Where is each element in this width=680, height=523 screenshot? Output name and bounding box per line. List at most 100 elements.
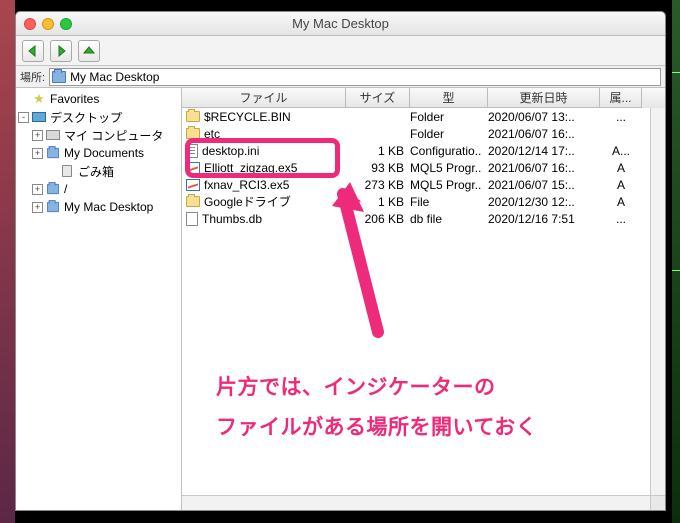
tree-item[interactable]: ごみ箱 [18, 162, 179, 180]
file-attr: A [600, 178, 642, 192]
location-label: 場所: [20, 69, 45, 85]
chart-tick [672, 72, 680, 73]
folder-icon [52, 71, 66, 83]
tree-item-label: ごみ箱 [78, 163, 114, 180]
file-attr: A [600, 195, 642, 209]
file-manager-window: My Mac Desktop 場所: My Mac Desktop ★Favor… [15, 11, 666, 511]
file-size: 1 KB [346, 144, 410, 158]
file-list-pane: ファイル サイズ 型 更新日時 属... $RECYCLE.BINFolder2… [182, 88, 665, 510]
col-type[interactable]: 型 [410, 88, 488, 108]
star-icon: ★ [31, 92, 47, 106]
file-row[interactable]: etcFolder2021/06/07 16:.. [182, 125, 665, 142]
scrollbar-horizontal[interactable] [182, 495, 650, 510]
desktop-bg-right [672, 0, 680, 523]
folder-icon [186, 196, 200, 207]
file-size: 1 KB [346, 195, 410, 209]
col-attr[interactable]: 属... [600, 88, 642, 108]
close-icon[interactable] [24, 18, 36, 30]
forward-button[interactable] [50, 40, 72, 62]
scrollbar-corner [650, 495, 665, 510]
file-list[interactable]: $RECYCLE.BINFolder2020/06/07 13:.....etc… [182, 108, 665, 510]
minimize-icon[interactable] [42, 18, 54, 30]
back-button[interactable] [22, 40, 44, 62]
arrow-left-icon [26, 44, 40, 58]
file-attr: ... [600, 212, 642, 226]
file-row[interactable]: fxnav_RCI3.ex5273 KBMQL5 Progr..2021/06/… [182, 176, 665, 193]
trash-icon [59, 164, 75, 178]
toolbar [16, 36, 665, 66]
file-row[interactable]: $RECYCLE.BIN Folder2020/06/07 13:..... [182, 108, 665, 125]
file-date: 2021/06/07 15:.. [488, 178, 600, 192]
col-size[interactable]: サイズ [346, 88, 410, 108]
file-name: Thumbs.db [202, 212, 262, 226]
config-file-icon [186, 144, 198, 158]
desktop-icon [31, 110, 47, 124]
indicator-file-icon [186, 179, 200, 191]
file-date: 2021/06/07 16:.. [488, 127, 600, 141]
expander-icon[interactable]: + [32, 184, 43, 195]
file-name: etc [204, 127, 220, 141]
file-date: 2020/12/14 17:.. [488, 144, 600, 158]
expander-icon[interactable]: + [32, 130, 43, 141]
tree-item[interactable]: +マイ コンピュータ [18, 126, 179, 144]
tree-item[interactable]: + My Mac Desktop [18, 198, 179, 216]
arrow-right-icon [54, 44, 68, 58]
file-size: 93 KB [346, 161, 410, 175]
tree-item[interactable]: - デスクトップ [18, 108, 179, 126]
file-date: 2020/06/07 13:.. [488, 110, 600, 124]
file-attr: ... [600, 110, 642, 124]
location-dropdown[interactable]: My Mac Desktop [49, 68, 661, 86]
file-row[interactable]: desktop.ini 1 KBConfiguratio..2020/12/14 … [182, 142, 665, 159]
col-date[interactable]: 更新日時 [488, 88, 600, 108]
file-attr: A... [600, 144, 642, 158]
tree-item[interactable]: ★Favorites [18, 90, 179, 108]
expander-icon[interactable]: + [32, 202, 43, 213]
col-name[interactable]: ファイル [182, 88, 346, 108]
computer-icon [45, 128, 61, 142]
file-type: Configuratio.. [410, 144, 488, 158]
file-type: MQL5 Progr.. [410, 178, 488, 192]
file-row[interactable]: Elliott_zigzag.ex5 93 KBMQL5 Progr..2021/… [182, 159, 665, 176]
column-headers: ファイル サイズ 型 更新日時 属... [182, 88, 665, 108]
file-size: 206 KB [346, 212, 410, 226]
tree-item[interactable]: +My Documents [18, 144, 179, 162]
file-date: 2020/12/30 12:.. [488, 195, 600, 209]
location-bar: 場所: My Mac Desktop [16, 66, 665, 88]
file-type: File [410, 195, 488, 209]
scrollbar-vertical[interactable] [650, 108, 665, 495]
folder-icon [186, 128, 200, 139]
folder-icon [45, 200, 61, 214]
file-attr: A [600, 161, 642, 175]
file-row[interactable]: Googleドライブ 1 KBFile2020/12/30 12:..A [182, 193, 665, 210]
location-value: My Mac Desktop [70, 70, 159, 84]
chart-tick [672, 270, 680, 271]
expander-icon[interactable]: - [18, 112, 29, 123]
indicator-file-icon [186, 162, 200, 174]
file-date: 2021/06/07 16:.. [488, 161, 600, 175]
zoom-icon[interactable] [60, 18, 72, 30]
folder-tree[interactable]: ★Favorites - デスクトップ+マイ コンピュータ+My Documents… [16, 88, 182, 510]
file-type: Folder [410, 110, 488, 124]
window-controls [24, 18, 72, 30]
tree-item-label: デスクトップ [50, 109, 122, 126]
up-button[interactable] [78, 40, 100, 62]
folder-icon [45, 146, 61, 160]
file-icon [186, 212, 198, 226]
folder-icon [186, 111, 200, 122]
file-row[interactable]: Thumbs.db 206 KBdb file2020/12/16 7:51... [182, 210, 665, 227]
tree-item[interactable]: +/ [18, 180, 179, 198]
file-type: db file [410, 212, 488, 226]
file-name: $RECYCLE.BIN [204, 110, 291, 124]
file-name: Elliott_zigzag.ex5 [204, 161, 297, 175]
tree-item-label: My Mac Desktop [64, 200, 153, 214]
window-title: My Mac Desktop [24, 16, 657, 31]
folder-icon [45, 182, 61, 196]
file-date: 2020/12/16 7:51 [488, 212, 600, 226]
content-area: ★Favorites - デスクトップ+マイ コンピュータ+My Documents… [16, 88, 665, 510]
titlebar[interactable]: My Mac Desktop [16, 12, 665, 36]
file-name: Googleドライブ [204, 193, 291, 210]
file-type: MQL5 Progr.. [410, 161, 488, 175]
expander-icon[interactable]: + [32, 148, 43, 159]
file-name: desktop.ini [202, 144, 259, 158]
file-size: 273 KB [346, 178, 410, 192]
